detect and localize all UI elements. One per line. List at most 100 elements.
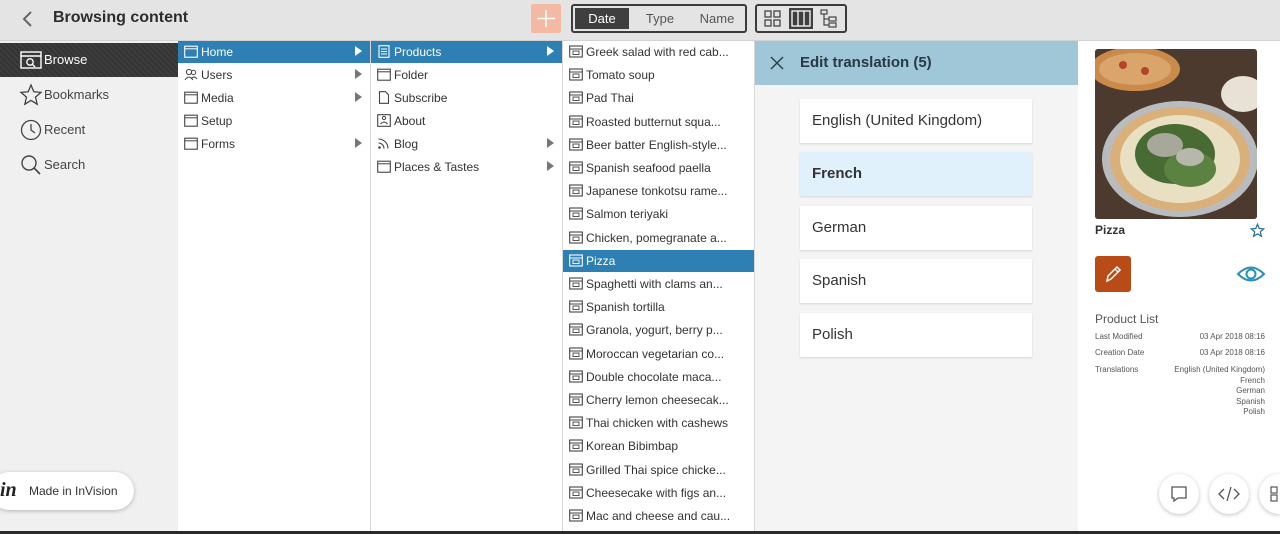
expand-arrow-icon — [355, 138, 362, 148]
product-icon — [569, 138, 583, 151]
list-item-home[interactable]: Home — [178, 41, 370, 63]
language-option-spanish[interactable]: Spanish — [800, 259, 1032, 303]
product-list-item[interactable]: Pad Thai — [563, 87, 754, 109]
comment-button[interactable] — [1159, 474, 1199, 514]
product-icon — [569, 463, 583, 476]
sort-type-button[interactable]: Type — [633, 8, 687, 29]
bookmark-star-icon[interactable] — [1249, 222, 1266, 238]
product-list-item[interactable]: Cheesecake with figs an... — [563, 482, 754, 504]
product-icon — [569, 323, 583, 336]
browse-icon — [19, 48, 43, 72]
product-icon — [569, 45, 583, 58]
sidebar-item-search[interactable]: Search — [0, 148, 178, 182]
language-option-polish[interactable]: Polish — [800, 313, 1032, 357]
sidebar-item-label: Search — [44, 157, 86, 172]
product-list-item[interactable]: Pizza — [563, 249, 754, 272]
invision-logo: in — [0, 479, 17, 501]
product-list-item[interactable]: Greek salad with red cab... — [563, 41, 754, 63]
edit-translation-panel: Edit translation (5) English (United Kin… — [755, 41, 1078, 534]
product-list-item[interactable]: Granola, yogurt, berry p... — [563, 319, 754, 341]
product-list-item[interactable]: Moroccan vegetarian co... — [563, 343, 754, 365]
list-item-blog[interactable]: Blog — [371, 133, 562, 155]
expand-arrow-icon — [355, 92, 362, 102]
product-list-item[interactable]: Salmon teriyaki — [563, 203, 754, 225]
sort-date-button[interactable]: Date — [575, 8, 629, 29]
language-option-english[interactable]: English (United Kingdom) — [800, 99, 1032, 143]
product-list-item[interactable]: Tomato soup — [563, 64, 754, 86]
clock-icon — [19, 118, 43, 142]
list-item-users[interactable]: Users — [178, 64, 370, 86]
product-icon — [569, 161, 583, 174]
list-item-places-tastes[interactable]: Places & Tastes — [371, 156, 562, 178]
product-list-item[interactable]: Beer batter English-style... — [563, 134, 754, 156]
page-title: Browsing content — [53, 9, 189, 26]
product-icon — [569, 370, 583, 383]
expand-arrow-icon — [547, 161, 554, 171]
language-option-german[interactable]: German — [800, 206, 1032, 250]
folder-icon — [184, 114, 198, 127]
product-list-item[interactable]: Grilled Thai spice chicke... — [563, 459, 754, 481]
view-mode-control — [755, 4, 847, 33]
product-image — [1095, 49, 1257, 219]
close-icon[interactable] — [769, 55, 785, 71]
code-icon — [1218, 486, 1240, 502]
tree-view-icon[interactable] — [817, 8, 841, 29]
product-list-item[interactable]: Japanese tonkotsu rame... — [563, 180, 754, 202]
list-item-subscribe[interactable]: Subscribe — [371, 87, 562, 109]
folder-icon — [184, 91, 198, 104]
product-list-item[interactable]: Spanish tortilla — [563, 296, 754, 318]
star-icon — [19, 83, 43, 107]
add-button[interactable] — [531, 4, 561, 33]
list-item-setup[interactable]: Setup — [178, 110, 370, 132]
grid-icon — [1270, 486, 1278, 502]
sidebar-item-bookmarks[interactable]: Bookmarks — [0, 78, 178, 112]
product-icon — [569, 393, 583, 406]
grid-view-icon[interactable] — [761, 8, 785, 29]
folder-icon — [377, 160, 391, 173]
code-button[interactable] — [1209, 474, 1249, 514]
folder-icon — [377, 68, 391, 81]
product-icon — [569, 68, 583, 81]
list-item-products[interactable]: Products — [371, 41, 562, 63]
product-list-item[interactable]: Double chocolate maca... — [563, 366, 754, 388]
list-item-media[interactable]: Media — [178, 87, 370, 109]
sidebar-item-browse[interactable]: Browse — [0, 43, 178, 77]
edit-button[interactable] — [1095, 256, 1131, 292]
product-list-item[interactable]: Mac and cheese and cau... — [563, 505, 754, 527]
product-icon — [569, 486, 583, 499]
sort-segmented-control: Date Type Name — [571, 4, 747, 33]
eye-icon[interactable] — [1236, 261, 1266, 287]
product-list-item[interactable]: Korean Bibimbap — [563, 435, 754, 457]
language-option-french[interactable]: French — [800, 152, 1032, 196]
product-list-item[interactable]: Spaghetti with clams an... — [563, 273, 754, 295]
list-item-forms[interactable]: Forms — [178, 133, 370, 155]
sidebar-item-recent[interactable]: Recent — [0, 113, 178, 147]
expand-arrow-icon — [547, 46, 554, 56]
more-button[interactable] — [1259, 474, 1280, 514]
product-list-item[interactable]: Cherry lemon cheesecak... — [563, 389, 754, 411]
expand-arrow-icon — [547, 138, 554, 148]
back-chevron-icon[interactable] — [18, 8, 38, 30]
about-icon — [377, 114, 391, 127]
panel-title: Edit translation (5) — [800, 54, 932, 71]
product-list-item[interactable]: Chicken, pomegranate a... — [563, 227, 754, 249]
folder-icon — [184, 45, 198, 58]
section-title: Product List — [1095, 312, 1159, 326]
sidebar-item-label: Browse — [44, 52, 88, 67]
top-bar: Browsing content Date Type Name — [0, 0, 1280, 41]
list-item-about[interactable]: About — [371, 110, 562, 132]
product-list-item[interactable]: Thai chicken with cashews — [563, 412, 754, 434]
invision-badge[interactable]: in Made in InVision — [0, 472, 134, 510]
product-list-item[interactable]: Roasted butternut squa... — [563, 111, 754, 133]
sidebar: Browse Bookmarks Recent Search — [0, 41, 178, 534]
product-list-item[interactable]: Spanish seafood paella — [563, 157, 754, 179]
sidebar-item-label: Bookmarks — [44, 87, 110, 102]
plus-icon — [537, 10, 555, 27]
product-icon — [569, 231, 583, 244]
list-item-folder[interactable]: Folder — [371, 64, 562, 86]
users-icon — [184, 68, 198, 81]
sort-name-button[interactable]: Name — [689, 8, 745, 29]
product-icon — [569, 207, 583, 220]
product-icon — [569, 254, 583, 267]
columns-view-icon[interactable] — [789, 8, 813, 29]
